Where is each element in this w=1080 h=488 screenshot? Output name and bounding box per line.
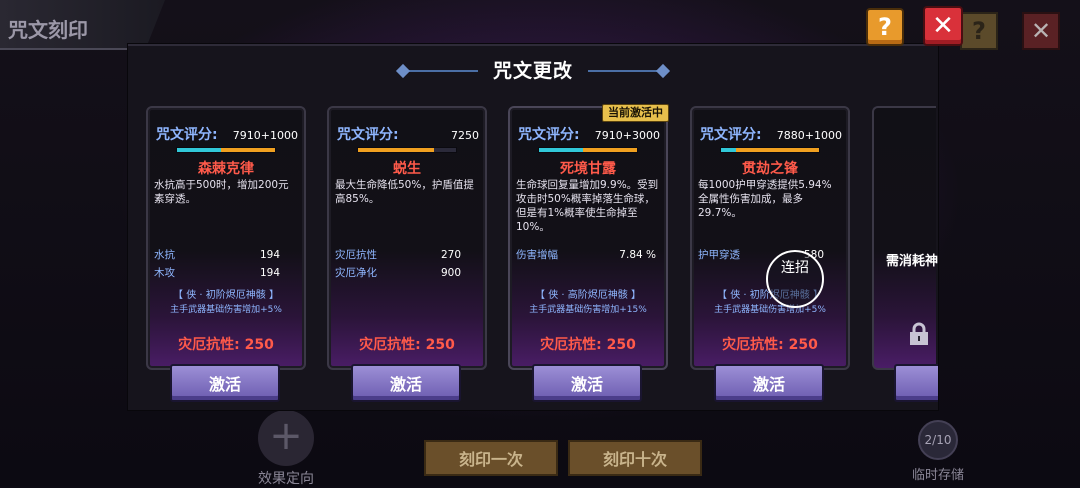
rune-stats: 伤害增幅 7.84 % bbox=[516, 246, 656, 264]
score-label: 咒文评分: bbox=[700, 127, 762, 143]
engrave-once-button: 刻印一次 bbox=[424, 440, 558, 476]
stat-value: 270 bbox=[440, 249, 461, 261]
score-value: 7250 bbox=[451, 129, 479, 142]
rune-name: 森棘克律 bbox=[198, 161, 254, 177]
rune-description: 生命球回复量增加9.9%。受到攻击时50%概率掉落生命球，但是有1%概率使生命掉… bbox=[516, 179, 659, 233]
score-label: 咒文评分: bbox=[156, 127, 218, 143]
lock-icon bbox=[910, 322, 928, 345]
rune-name: 蜕生 bbox=[393, 161, 421, 177]
engrave-ten-button: 刻印十次 bbox=[568, 440, 702, 476]
activate-button-1[interactable]: 激活 bbox=[170, 364, 280, 402]
rune-card-2[interactable]: 咒文评分: 7250 蜕生 最大生命降低50%，护盾值提高85%。 灾厄抗性 2… bbox=[327, 106, 487, 370]
set-effect: 主手武器基础伤害增加+5% bbox=[170, 305, 282, 315]
effect-target-label: 效果定向 bbox=[258, 471, 314, 487]
stat-row: 伤害增幅 7.84 % bbox=[516, 246, 656, 264]
activate-button-4[interactable]: 激活 bbox=[714, 364, 824, 402]
stat-row: 灾厄净化 900 bbox=[335, 264, 475, 282]
activate-button-5-partial[interactable] bbox=[894, 364, 938, 402]
stat-name: 灾厄抗性 bbox=[335, 249, 377, 261]
temp-storage-count: 2/10 bbox=[918, 420, 958, 460]
temp-storage: 2/10 临时存储 bbox=[912, 420, 964, 483]
combo-button[interactable]: 连招 bbox=[766, 250, 824, 308]
rune-name: 贯劫之锋 bbox=[742, 161, 798, 177]
rune-card-3[interactable]: 咒文评分: 7910+3000 死境甘露 生命球回复量增加9.9%。受到攻击时5… bbox=[508, 106, 668, 370]
calamity-resistance: 灾厄抗性: 250 bbox=[359, 337, 455, 353]
activate-button-3[interactable]: 激活 bbox=[532, 364, 642, 402]
score-bar-base bbox=[358, 148, 435, 152]
stat-name: 伤害增幅 bbox=[516, 249, 558, 261]
rune-card-4[interactable]: 咒文评分: 7880+1000 贯劫之锋 每1000护甲穿透提供5.94%全属性… bbox=[690, 106, 850, 370]
stat-row: 木攻 194 bbox=[154, 264, 294, 282]
rune-name: 死境甘露 bbox=[560, 161, 616, 177]
score-label: 咒文评分: bbox=[337, 127, 399, 143]
dialog-title: 咒文更改 bbox=[492, 60, 573, 82]
close-icon: ✕ bbox=[932, 11, 954, 41]
score-bar-bonus bbox=[177, 148, 222, 152]
help-button[interactable]: ? bbox=[866, 8, 904, 46]
stat-value: 194 bbox=[259, 249, 280, 261]
score-bar bbox=[176, 147, 276, 153]
score-bar-base bbox=[221, 148, 275, 152]
combo-label: 连招 bbox=[781, 260, 809, 276]
rune-description: 每1000护甲穿透提供5.94%全属性伤害加成，最多29.7%。 bbox=[698, 179, 832, 219]
activate-button-2[interactable]: 激活 bbox=[351, 364, 461, 402]
plus-icon: + bbox=[258, 410, 314, 466]
rune-description: 最大生命降低50%，护盾值提高85%。 bbox=[335, 179, 474, 205]
score-value: 7880+1000 bbox=[776, 129, 842, 142]
stat-value: 7.84 % bbox=[619, 249, 656, 261]
score-bar-base bbox=[735, 148, 819, 152]
set-name: 【 侠 · 高阶烬厄神骸 】 bbox=[535, 290, 641, 301]
stat-name: 灾厄净化 bbox=[335, 267, 377, 279]
set-effect: 主手武器基础伤害增加+5% bbox=[714, 305, 826, 315]
rune-stats: 水抗 194 木攻 194 bbox=[154, 246, 294, 282]
score-bar bbox=[538, 147, 638, 153]
calamity-resistance: 灾厄抗性: 250 bbox=[722, 337, 818, 353]
calamity-resistance: 灾厄抗性: 250 bbox=[540, 337, 636, 353]
bg-close-icon: ✕ bbox=[1022, 12, 1060, 50]
rune-description: 水抗高于500时，增加200元素穿透。 bbox=[154, 179, 289, 205]
background-top-right-icons: ? ✕ bbox=[960, 12, 1060, 50]
rune-stats: 灾厄抗性 270 灾厄净化 900 bbox=[335, 246, 475, 282]
stat-name: 木攻 bbox=[154, 267, 175, 279]
calamity-resistance: 灾厄抗性: 250 bbox=[178, 337, 274, 353]
score-value: 7910+3000 bbox=[594, 129, 660, 142]
consume-requirement-label: 需消耗神 bbox=[886, 254, 938, 269]
rune-card-1[interactable]: 咒文评分: 7910+1000 森棘克律 水抗高于500时，增加200元素穿透。… bbox=[146, 106, 306, 370]
score-bar-bonus bbox=[721, 148, 736, 152]
stat-name: 水抗 bbox=[154, 249, 175, 261]
score-label: 咒文评分: bbox=[518, 127, 580, 143]
temp-storage-label: 临时存储 bbox=[912, 468, 965, 483]
score-bar bbox=[357, 147, 457, 153]
stat-row: 灾厄抗性 270 bbox=[335, 246, 475, 264]
stat-row: 水抗 194 bbox=[154, 246, 294, 264]
bg-help-icon: ? bbox=[960, 12, 998, 50]
stat-name: 护甲穿透 bbox=[698, 249, 740, 261]
score-bar-bonus bbox=[539, 148, 584, 152]
question-mark-icon: ? bbox=[878, 13, 892, 41]
set-name: 【 侠 · 初阶烬厄神骸 】 bbox=[173, 290, 279, 301]
score-bar bbox=[720, 147, 820, 153]
set-effect: 主手武器基础伤害增加+15% bbox=[529, 305, 647, 315]
stat-value: 900 bbox=[440, 267, 461, 279]
score-bar-base bbox=[583, 148, 637, 152]
page-title: 咒文刻印 bbox=[8, 18, 88, 42]
score-value: 7910+1000 bbox=[232, 129, 298, 142]
active-badge: 当前激活中 bbox=[602, 104, 669, 122]
close-button[interactable]: ✕ bbox=[923, 6, 963, 46]
stat-value: 194 bbox=[259, 267, 280, 279]
effect-target-control: + 效果定向 bbox=[258, 410, 314, 488]
